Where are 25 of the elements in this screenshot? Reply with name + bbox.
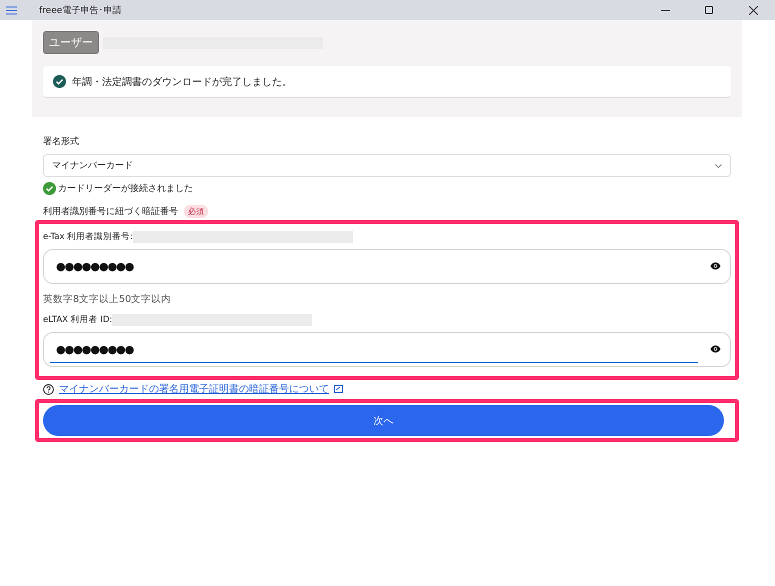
field-label: e-Tax 利用者識別番号: xyxy=(43,231,134,243)
password-field[interactable]: ●●●●●●●●● xyxy=(43,249,731,284)
window-title: freee電子申告･申請 xyxy=(39,4,122,16)
notice-text: 年調・法定調書のダウンロードが完了しました。 xyxy=(72,76,292,88)
check-circle-icon xyxy=(53,75,66,88)
password-field[interactable]: ●●●●●●●●● xyxy=(43,332,731,367)
field-hint: 英数字8文字以上50文字以内 xyxy=(43,293,172,306)
next-button[interactable]: 次へ xyxy=(43,405,724,436)
signature-label: 署名形式 xyxy=(43,136,80,148)
eye-icon[interactable] xyxy=(710,345,721,353)
help-link[interactable]: マイナンバーカードの署名用電子証明書の暗証番号について xyxy=(59,382,329,396)
check-circle-icon xyxy=(43,182,56,195)
chevron-down-icon xyxy=(715,164,722,168)
pin-label: 利用者識別番号に紐づく暗証番号 xyxy=(43,206,178,218)
user-badge: ユーザー xyxy=(43,31,99,54)
maximize-icon[interactable] xyxy=(705,6,713,14)
menu-icon[interactable] xyxy=(6,6,17,14)
field-label: eLTAX 利用者 ID: xyxy=(43,314,112,326)
status-text: カードリーダーが接続されました xyxy=(58,182,193,195)
help-icon xyxy=(43,384,54,394)
external-link-icon xyxy=(334,385,343,393)
eye-icon[interactable] xyxy=(710,262,721,270)
required-tag: 必須 xyxy=(184,205,208,218)
close-icon[interactable] xyxy=(748,6,758,14)
signature-select[interactable]: マイナンバーカード xyxy=(43,154,731,177)
